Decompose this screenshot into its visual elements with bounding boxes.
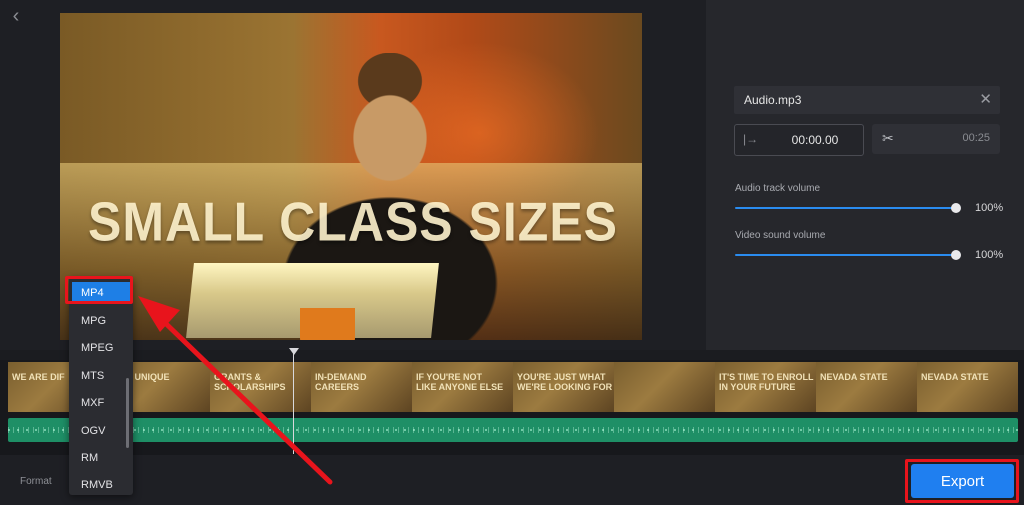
- video-preview: SMALL CLASS SIZES: [60, 13, 642, 340]
- audio-track-volume-handle[interactable]: [951, 203, 961, 213]
- video-clip-thumbnail[interactable]: Nevada State: [816, 362, 918, 412]
- video-clip-thumbnail[interactable]: Nevada State: [917, 362, 1018, 412]
- trim-start-icon: |→: [743, 132, 759, 146]
- dropdown-scrollbar[interactable]: [126, 378, 129, 448]
- back-icon[interactable]: ‹: [6, 6, 26, 26]
- timeline-ruler[interactable]: [0, 350, 1024, 360]
- timeline[interactable]: WE ARE DIF ARE UNIQUE GRANTS & SCHOLARSH…: [0, 350, 1024, 455]
- clip-caption: IN-DEMAND CAREERS: [315, 372, 367, 392]
- video-sound-volume-value: 100%: [975, 249, 1004, 261]
- video-clip-thumbnail[interactable]: YOU'RE JUST WHAT WE'RE LOOKING FOR: [513, 362, 615, 412]
- format-option-mpg[interactable]: MPG: [72, 310, 130, 332]
- audio-start-time: 00:00.00: [791, 133, 839, 147]
- clip-caption: IT'S TIME TO ENROLL IN YOUR FUTURE: [719, 372, 814, 392]
- video-sound-volume-label: Video sound volume: [735, 230, 826, 241]
- audio-file-chip: Audio.mp3 ✕: [734, 86, 1000, 114]
- cup-prop: [300, 308, 355, 340]
- audio-file-name: Audio.mp3: [744, 93, 802, 107]
- video-clip-thumbnail[interactable]: IF YOU'RE NOT LIKE ANYONE ELSE: [412, 362, 514, 412]
- clip-caption: Nevada State: [921, 372, 989, 382]
- playhead[interactable]: [293, 350, 294, 454]
- video-clip-thumbnail[interactable]: [614, 362, 716, 412]
- audio-track-volume-value: 100%: [975, 202, 1004, 214]
- video-sound-volume-slider[interactable]: [735, 254, 955, 256]
- audio-end-time: 00:25: [962, 132, 990, 144]
- clip-caption: YOU'RE JUST WHAT WE'RE LOOKING FOR: [517, 372, 613, 392]
- video-track[interactable]: WE ARE DIF ARE UNIQUE GRANTS & SCHOLARSH…: [8, 362, 1018, 412]
- playhead-handle[interactable]: [289, 348, 299, 355]
- audio-track-volume-label: Audio track volume: [735, 183, 821, 194]
- export-button[interactable]: Export: [911, 464, 1014, 498]
- video-sound-volume-handle[interactable]: [951, 250, 961, 260]
- audio-settings-panel: [706, 0, 1024, 350]
- clip-caption: GRANTS & SCHOLARSHIPS: [214, 372, 286, 392]
- format-label: Format: [20, 476, 52, 487]
- audio-track-waveform[interactable]: [8, 418, 1018, 442]
- mp4-highlight-box: [65, 276, 133, 304]
- audio-track-volume-slider[interactable]: [735, 207, 955, 209]
- format-option-mxf[interactable]: MXF: [72, 392, 130, 414]
- clip-caption: Nevada State: [820, 372, 888, 382]
- preview-overlay-text: SMALL CLASS SIZES: [88, 191, 619, 253]
- clip-caption: IF YOU'RE NOT LIKE ANYONE ELSE: [416, 372, 504, 392]
- close-icon[interactable]: ✕: [979, 90, 992, 108]
- format-option-mpeg[interactable]: MPEG: [72, 337, 130, 359]
- format-option-ogv[interactable]: OGV: [72, 420, 130, 442]
- format-option-mts[interactable]: MTS: [72, 365, 130, 387]
- audio-trim-field[interactable]: ✂ 00:25: [872, 124, 1000, 154]
- format-option-rm[interactable]: RM: [72, 447, 130, 469]
- video-clip-thumbnail[interactable]: IN-DEMAND CAREERS: [311, 362, 413, 412]
- clip-caption: WE ARE DIF: [12, 372, 65, 382]
- bottom-bar: [0, 455, 1024, 505]
- audio-start-time-field[interactable]: |→ 00:00.00: [734, 124, 864, 156]
- video-clip-thumbnail[interactable]: IT'S TIME TO ENROLL IN YOUR FUTURE: [715, 362, 817, 412]
- video-clip-thumbnail[interactable]: GRANTS & SCHOLARSHIPS: [210, 362, 312, 412]
- scissors-icon[interactable]: ✂: [882, 130, 894, 147]
- format-option-rmvb[interactable]: RMVB: [72, 474, 130, 496]
- format-dropdown-menu[interactable]: MP4 MPG MPEG MTS MXF OGV RM RMVB: [69, 277, 133, 495]
